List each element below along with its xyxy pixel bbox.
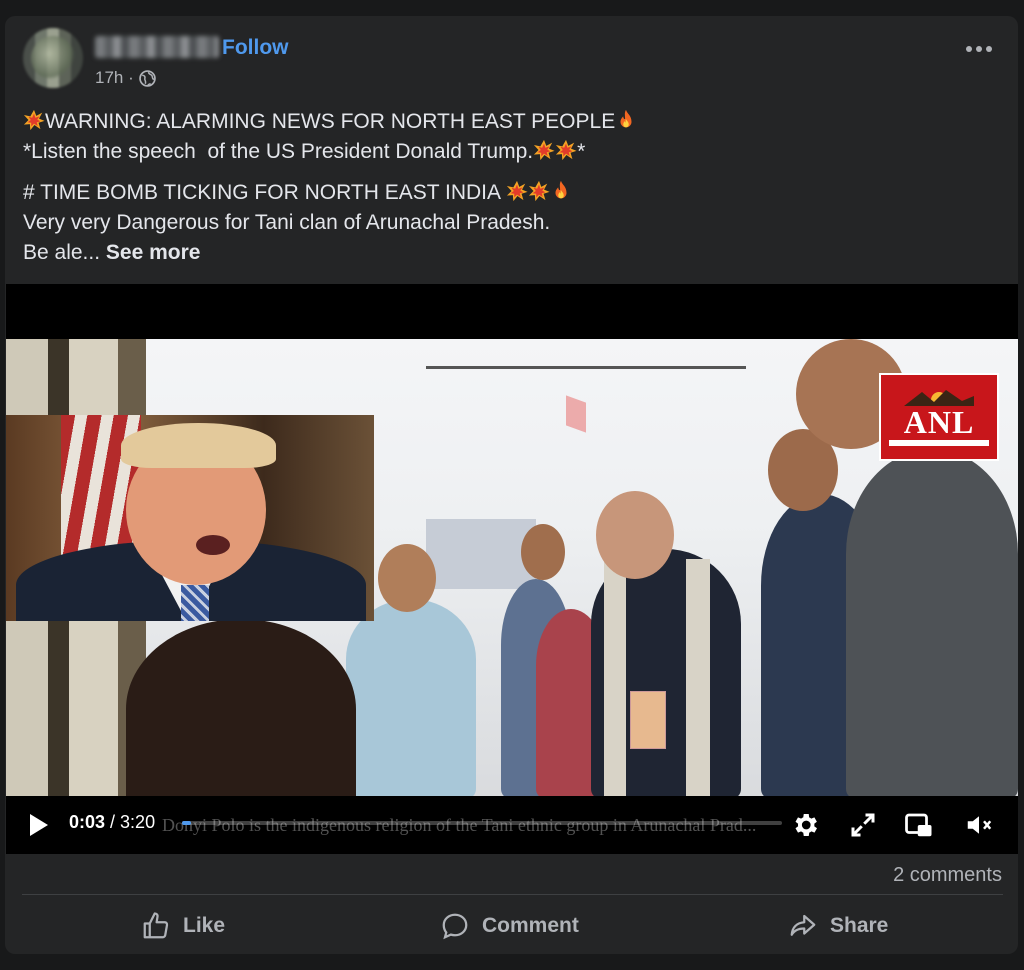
- post-line-4: Very very Dangerous for Tani clan of Aru…: [23, 211, 551, 234]
- video-controls: Donyi Polo is the indigenous religion of…: [6, 802, 1018, 846]
- gear-icon[interactable]: [790, 810, 820, 840]
- play-icon[interactable]: [30, 814, 48, 836]
- collision-emoji-icon: [506, 180, 528, 202]
- duration: 3:20: [120, 812, 156, 832]
- divider: [22, 894, 1003, 895]
- comments-count-link[interactable]: 2 comments: [893, 864, 1002, 887]
- post-meta: 17h ·: [95, 68, 156, 88]
- muted-speaker-icon[interactable]: [964, 810, 994, 840]
- post-line-5: Be ale... See more: [23, 241, 201, 264]
- collision-emoji-icon: [528, 180, 550, 202]
- video-frame: ANL: [6, 339, 1018, 796]
- video-time: 0:03 / 3:20: [69, 812, 156, 832]
- collision-emoji-icon: [533, 139, 555, 161]
- globe-icon: [138, 69, 156, 87]
- picture-in-picture-icon[interactable]: [904, 810, 934, 840]
- follow-button[interactable]: Follow: [222, 36, 289, 60]
- speech-bubble-icon: [442, 913, 468, 940]
- more-options-icon[interactable]: [966, 46, 992, 52]
- post-text: WARNING: ALARMING NEWS FOR NORTH EAST PE…: [23, 107, 983, 268]
- video-progress-bar[interactable]: [182, 821, 782, 825]
- channel-logo: ANL: [879, 373, 999, 461]
- expand-icon[interactable]: [848, 810, 878, 840]
- post-line-3: # TIME BOMB TICKING FOR NORTH EAST INDIA: [23, 178, 983, 208]
- share-arrow-icon: [790, 914, 816, 936]
- post-line-1: WARNING: ALARMING NEWS FOR NORTH EAST PE…: [23, 107, 983, 137]
- author-avatar[interactable]: [23, 28, 83, 88]
- collision-emoji-icon: [23, 109, 45, 131]
- like-label: Like: [183, 914, 226, 937]
- current-time: 0:03: [69, 812, 106, 832]
- author-name-redacted[interactable]: [95, 36, 219, 58]
- fire-emoji-icon: [615, 109, 637, 131]
- see-more-link[interactable]: See more: [106, 241, 201, 264]
- fire-emoji-icon: [550, 180, 572, 202]
- post-card: Follow 17h · WARNING: ALARMING NEWS FOR …: [5, 16, 1018, 954]
- comment-label: Comment: [482, 914, 579, 937]
- post-line-2: *Listen the speech of the US President D…: [23, 139, 586, 163]
- comment-button[interactable]: Comment: [440, 908, 579, 944]
- post-timestamp[interactable]: 17h ·: [95, 68, 134, 88]
- share-button[interactable]: Share: [788, 908, 888, 944]
- share-label: Share: [830, 914, 889, 937]
- like-button[interactable]: Like: [141, 908, 225, 944]
- video-player[interactable]: ANL Donyi Polo is the indigenous religio…: [6, 284, 1018, 854]
- video-subtitle: Donyi Polo is the indigenous religion of…: [162, 815, 757, 835]
- thumbs-up-icon: [143, 912, 169, 939]
- collision-emoji-icon: [555, 139, 577, 161]
- inset-video-frame: [6, 415, 374, 621]
